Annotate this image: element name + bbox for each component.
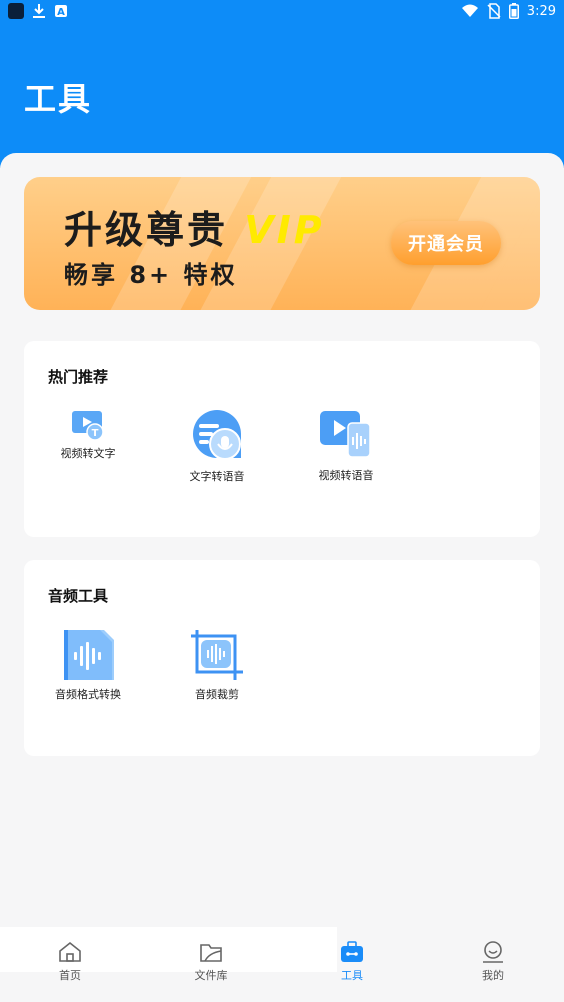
app-icon [8,3,24,19]
folder-icon [200,944,222,962]
hot-recommend-card: 热门推荐 T 视频转文字 文字转语音 视频转语音 [24,341,540,537]
nav-label: 工具 [341,969,363,982]
text-to-speech-icon [193,410,241,460]
video-to-audio-icon [320,411,371,458]
vip-title: 升级尊贵 VIP [64,199,325,254]
audio-section-title: 音频工具 [48,587,109,605]
svg-text:T: T [92,428,99,439]
bottom-nav: 首页 文件库 工具 我的 [0,927,564,1002]
vip-subtitle: 畅享 8+ 特权 [64,261,238,289]
toolbox-icon [341,941,363,962]
profile-icon [483,941,503,963]
nav-item-home[interactable]: 首页 [20,941,120,983]
open-membership-button[interactable]: 开通会员 [391,221,501,265]
nav-item-profile[interactable]: 我的 [443,941,543,983]
status-time: 3:29 [526,3,556,19]
audio-format-icon [64,630,114,680]
nav-label: 首页 [59,969,81,982]
page-title: 工具 [24,80,93,118]
hot-section-title: 热门推荐 [48,368,109,386]
tool-label: 视频转文字 [60,447,116,460]
tool-label: 音频裁剪 [195,688,239,701]
nav-label: 我的 [482,969,504,982]
nav-item-files[interactable]: 文件库 [161,941,261,983]
vip-word: VIP [244,208,325,252]
audio-crop-icon [191,630,243,680]
status-bar: A 3:29 [0,0,564,24]
tool-audio-format[interactable]: 音频格式转换 [48,628,128,702]
no-sim-icon [487,3,501,19]
battery-icon [508,3,519,19]
audio-tools-card: 音频工具 音频格式转换 音频裁剪 [24,560,540,756]
vip-title-text: 升级尊贵 [64,208,229,252]
tool-video-to-text[interactable]: T 视频转文字 [58,409,118,461]
tool-video-to-audio[interactable]: 视频转语音 [316,409,376,483]
tool-label: 文字转语音 [189,470,245,483]
tool-audio-crop[interactable]: 音频裁剪 [187,628,247,702]
header-bar: A 3:29 工具 [0,0,564,168]
download-icon [33,4,45,18]
home-icon [59,941,81,962]
video-to-text-icon: T [72,411,104,441]
tool-label: 视频转语音 [318,469,374,482]
wifi-icon [461,4,478,17]
svg-text:A: A [57,7,65,18]
nav-label: 文件库 [194,969,228,982]
tool-text-to-speech[interactable]: 文字转语音 [187,408,247,484]
nav-item-tools[interactable]: 工具 [302,941,402,983]
tool-label: 音频格式转换 [55,688,121,701]
notification-icon: A [55,5,67,18]
vip-banner[interactable]: 升级尊贵 VIP 畅享 8+ 特权 开通会员 [24,177,540,310]
